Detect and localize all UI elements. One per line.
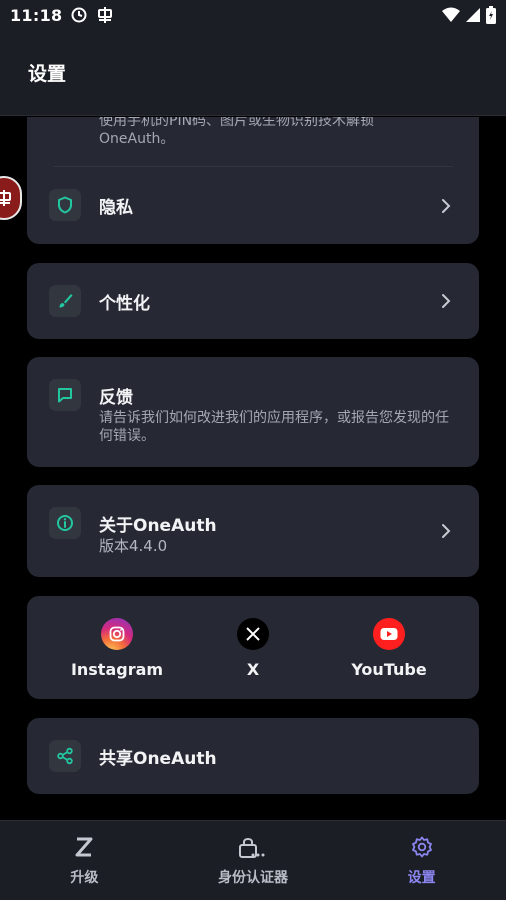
chat-icon	[58, 388, 72, 403]
about-card[interactable]: 关于OneAuth 版本4.4.0	[27, 485, 479, 577]
security-card: 使用手机的PIN码、图片或生物识别技术解锁OneAuth。 隐私	[27, 117, 479, 244]
instagram-icon	[101, 618, 133, 650]
floating-bubble-icon	[0, 190, 11, 206]
gear-icon	[411, 836, 432, 858]
page-title: 设置	[28, 63, 67, 85]
sync-icon	[71, 7, 87, 23]
nav-upgrade-label: 升级	[70, 870, 99, 886]
nav-upgrade[interactable]: 升级	[0, 821, 169, 900]
feedback-description: 请告诉我们如何改进我们的应用程序，或报告您发现的任何错误。	[99, 410, 449, 444]
status-time: 11:18	[10, 5, 63, 25]
youtube-label: YouTube	[351, 660, 427, 679]
youtube-icon	[373, 618, 405, 650]
feedback-title: 反馈	[99, 388, 133, 408]
feedback-card[interactable]: 反馈 请告诉我们如何改进我们的应用程序，或报告您发现的任何错误。	[27, 357, 479, 467]
info-icon	[57, 515, 73, 531]
chat-icon-box	[49, 379, 81, 411]
instagram-link[interactable]: Instagram	[57, 618, 177, 679]
privacy-row[interactable]: 隐私	[27, 167, 479, 244]
shield-icon-box	[49, 189, 81, 221]
battery-icon	[486, 6, 496, 24]
social-card: Instagram X YouTube	[27, 596, 479, 699]
personalize-card[interactable]: 个性化	[27, 263, 479, 339]
nav-authenticator[interactable]: 身份认证器	[169, 821, 338, 900]
share-label: 共享OneAuth	[99, 749, 217, 769]
personalize-label: 个性化	[99, 294, 150, 314]
chevron-right-icon	[442, 294, 451, 308]
bottom-nav: 升级 身份认证器 设置	[0, 820, 506, 900]
nav-settings[interactable]: 设置	[337, 821, 506, 900]
brush-icon	[59, 294, 73, 308]
share-card[interactable]: 共享OneAuth	[27, 718, 479, 794]
x-label: X	[246, 660, 260, 679]
status-bar: 11:18	[0, 0, 506, 30]
lock-password-icon	[239, 838, 265, 858]
privacy-label: 隐私	[99, 198, 133, 218]
shield-icon	[58, 196, 72, 214]
signal-icon	[466, 8, 480, 22]
wifi-icon	[442, 7, 460, 22]
nav-settings-label: 设置	[407, 870, 436, 886]
nav-authenticator-label: 身份认证器	[218, 870, 288, 886]
x-link[interactable]: X	[193, 618, 313, 679]
share-icon-box	[49, 740, 81, 772]
settings-list[interactable]: 使用手机的PIN码、图片或生物识别技术解锁OneAuth。 隐私 个性化 反馈 …	[0, 117, 506, 820]
upgrade-z-icon	[75, 837, 93, 857]
brush-icon-box	[49, 285, 81, 317]
chevron-right-icon	[442, 199, 451, 213]
instagram-label: Instagram	[70, 660, 164, 679]
bug-icon	[98, 7, 113, 23]
version-text: 版本4.4.0	[99, 537, 168, 555]
app-lock-description: 使用手机的PIN码、图片或生物识别技术解锁OneAuth。	[99, 117, 375, 147]
youtube-link[interactable]: YouTube	[329, 618, 449, 679]
chevron-right-icon	[442, 524, 451, 538]
app-header: 设置	[0, 30, 506, 116]
info-icon-box	[49, 507, 81, 539]
about-title: 关于OneAuth	[99, 516, 217, 536]
x-icon	[237, 618, 269, 650]
share-icon	[57, 747, 73, 765]
